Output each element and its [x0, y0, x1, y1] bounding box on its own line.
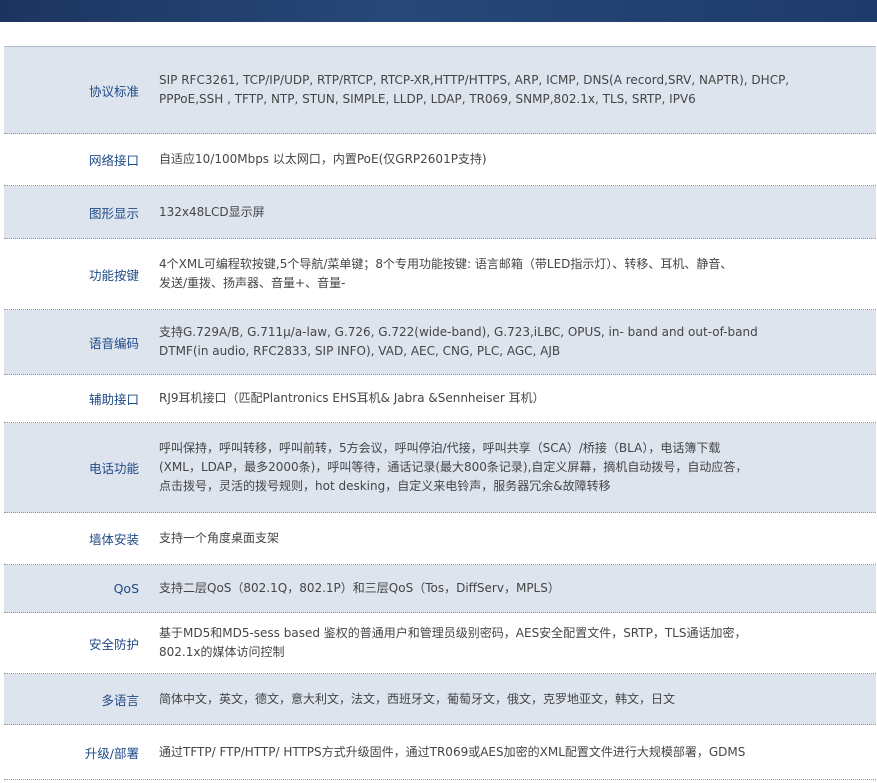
spec-value: 呼叫保持，呼叫转移，呼叫前转，5方会议，呼叫停泊/代接，呼叫共享（SCA）/桥接… — [159, 441, 748, 493]
spec-row-network: 网络接口 自适应10/100Mbps 以太网口，内置PoE(仅GRP2601P支… — [4, 134, 876, 186]
spec-row-display: 图形显示 132x48LCD显示屏 — [4, 186, 876, 239]
spec-value: 支持G.729A/B, G.711µ/a-law, G.726, G.722(w… — [159, 325, 758, 358]
spec-row-keys: 功能按键 4个XML可编程软按键,5个导航/菜单键；8个专用功能按键: 语言邮箱… — [4, 239, 876, 310]
spec-row-aux-port: 辅助接口 RJ9耳机接口（匹配Plantronics EHS耳机& Jabra … — [4, 375, 876, 423]
spec-value: 通过TFTP/ FTP/HTTP/ HTTPS方式升级固件，通过TR069或AE… — [159, 744, 746, 759]
spec-label: 语音编码 — [88, 335, 139, 351]
spec-row-qos: QoS 支持二层QoS（802.1Q，802.1P）和三层QoS（Tos，Dif… — [4, 565, 876, 613]
spec-label: 网络接口 — [88, 153, 139, 168]
spec-value: 基于MD5和MD5-sess based 鉴权的普通用户和管理员级别密码，AES… — [159, 626, 747, 659]
spec-row-phone-features: 电话功能 呼叫保持，呼叫转移，呼叫前转，5方会议，呼叫停泊/代接，呼叫共享（SC… — [4, 423, 876, 513]
spec-row-codecs: 语音编码 支持G.729A/B, G.711µ/a-law, G.726, G.… — [4, 310, 876, 375]
spec-value: 132x48LCD显示屏 — [159, 204, 265, 219]
spec-label: 电话功能 — [88, 461, 139, 476]
spec-label: 图形显示 — [88, 205, 139, 221]
spec-label: QoS — [113, 581, 139, 596]
spec-label: 协议标准 — [88, 83, 139, 99]
spec-value: RJ9耳机接口（匹配Plantronics EHS耳机& Jabra &Senn… — [159, 391, 545, 405]
spec-value: 支持一个角度桌面支架 — [159, 531, 280, 545]
spec-label: 安全防护 — [88, 636, 139, 652]
spec-label: 多语言 — [101, 692, 139, 708]
spec-value: SIP RFC3261, TCP/IP/UDP, RTP/RTCP, RTCP-… — [159, 73, 790, 106]
spec-row-security: 安全防护 基于MD5和MD5-sess based 鉴权的普通用户和管理员级别密… — [4, 613, 876, 674]
spec-value: 支持二层QoS（802.1Q，802.1P）和三层QoS（Tos，DiffSer… — [159, 581, 560, 595]
spec-value: 4个XML可编程软按键,5个导航/菜单键；8个专用功能按键: 语言邮箱（带LED… — [159, 257, 733, 290]
spec-label: 升级/部署 — [84, 745, 139, 761]
top-banner — [0, 0, 877, 22]
spec-label: 功能按键 — [88, 267, 139, 283]
spec-label: 墙体安装 — [88, 532, 139, 547]
spec-value: 自适应10/100Mbps 以太网口，内置PoE(仅GRP2601P支持) — [159, 152, 487, 166]
spec-row-mounting: 墙体安装 支持一个角度桌面支架 — [4, 513, 876, 565]
spec-value: 简体中文，英文，德文，意大利文，法文，西班牙文，葡萄牙文，俄文，克罗地亚文，韩文… — [159, 691, 676, 706]
spec-row-upgrade: 升级/部署 通过TFTP/ FTP/HTTP/ HTTPS方式升级固件，通过TR… — [4, 725, 876, 780]
spec-row-protocols: 协议标准 SIP RFC3261, TCP/IP/UDP, RTP/RTCP, … — [4, 47, 876, 134]
spec-label: 辅助接口 — [88, 392, 139, 407]
spec-table: 协议标准 SIP RFC3261, TCP/IP/UDP, RTP/RTCP, … — [4, 46, 876, 780]
spec-row-languages: 多语言 简体中文，英文，德文，意大利文，法文，西班牙文，葡萄牙文，俄文，克罗地亚… — [4, 674, 876, 725]
